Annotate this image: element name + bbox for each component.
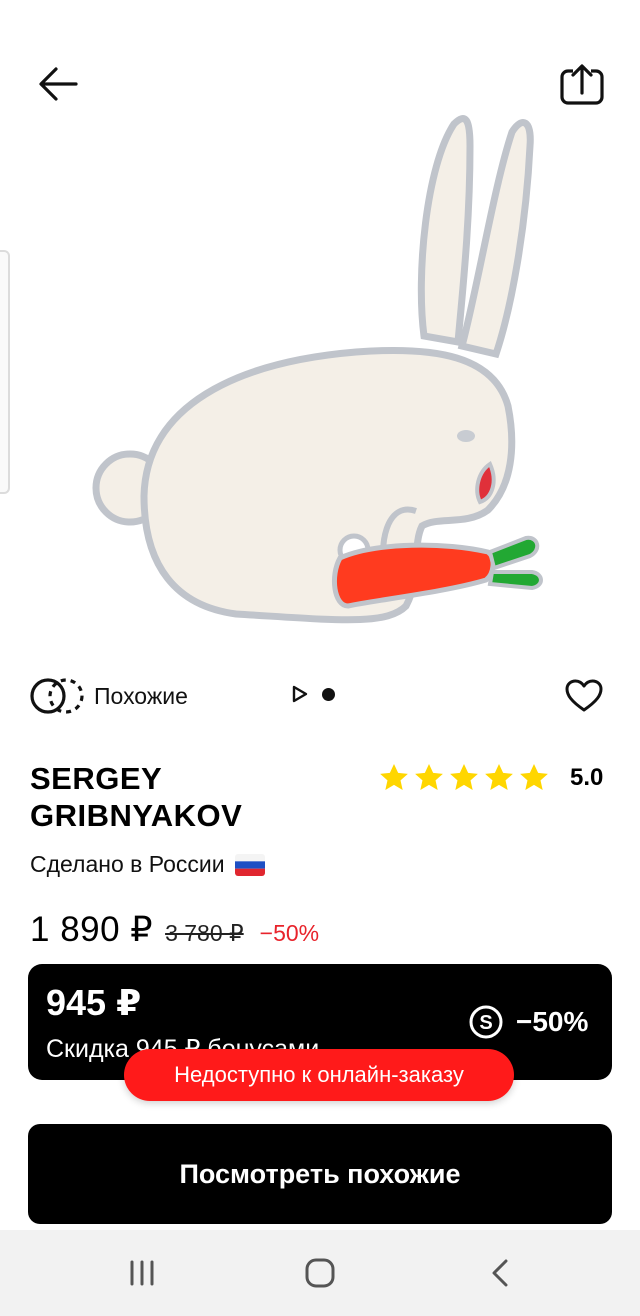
star-icon	[415, 764, 443, 790]
similar-link[interactable]: Похожие	[28, 674, 188, 718]
old-price: 3 780 ₽	[165, 920, 244, 946]
share-button[interactable]	[552, 56, 612, 112]
pager-dot-active[interactable]	[322, 687, 335, 701]
image-pager	[292, 685, 335, 703]
nav-back-icon	[492, 1259, 508, 1287]
brand-name[interactable]: SERGEY GRIBNYAKOV	[30, 760, 350, 834]
star-icon	[520, 764, 548, 790]
arrow-left-icon	[39, 67, 78, 101]
product-gallery[interactable]	[0, 0, 640, 660]
similar-label: Похожие	[94, 682, 188, 709]
star-icon	[485, 764, 513, 790]
rating-value: 5.0	[570, 764, 604, 791]
recents-icon	[130, 1260, 154, 1286]
price-row: 1 890 ₽ 3 780 ₽ −50%	[30, 910, 319, 950]
star-icon	[380, 764, 408, 790]
system-nav-bar	[0, 1230, 640, 1316]
origin: Сделано в России	[30, 851, 265, 878]
play-icon[interactable]	[292, 685, 308, 703]
recents-button[interactable]	[112, 1250, 172, 1296]
bonus-percent: −50%	[516, 1006, 589, 1037]
star-icon	[450, 764, 478, 790]
back-button[interactable]	[30, 58, 86, 110]
bonus-amount: 945 ₽	[46, 982, 142, 1023]
discount-percent: −50%	[259, 920, 320, 946]
nav-back-button[interactable]	[470, 1250, 530, 1296]
bonus-s-icon: S	[469, 1005, 503, 1039]
similar-circles-icon	[30, 678, 84, 714]
origin-label: Сделано в России	[30, 851, 225, 877]
heart-icon	[565, 679, 603, 712]
bonus-badge: S −50%	[464, 1004, 588, 1040]
svg-text:S: S	[479, 1012, 492, 1034]
share-icon	[560, 64, 604, 105]
side-drawer-handle[interactable]	[0, 250, 10, 494]
unavailable-toast: Недоступно к онлайн-заказу	[124, 1049, 514, 1101]
russia-flag-icon	[234, 853, 265, 876]
home-button[interactable]	[290, 1250, 350, 1296]
rating[interactable]: 5.0	[378, 762, 603, 794]
home-icon	[305, 1258, 335, 1288]
view-similar-button[interactable]: Посмотреть похожие	[28, 1124, 612, 1224]
favorite-button[interactable]	[560, 672, 608, 720]
current-price: 1 890 ₽	[30, 910, 154, 949]
gallery-actions: Похожие	[0, 668, 640, 724]
product-image[interactable]	[86, 106, 556, 636]
rating-stars	[378, 762, 550, 794]
